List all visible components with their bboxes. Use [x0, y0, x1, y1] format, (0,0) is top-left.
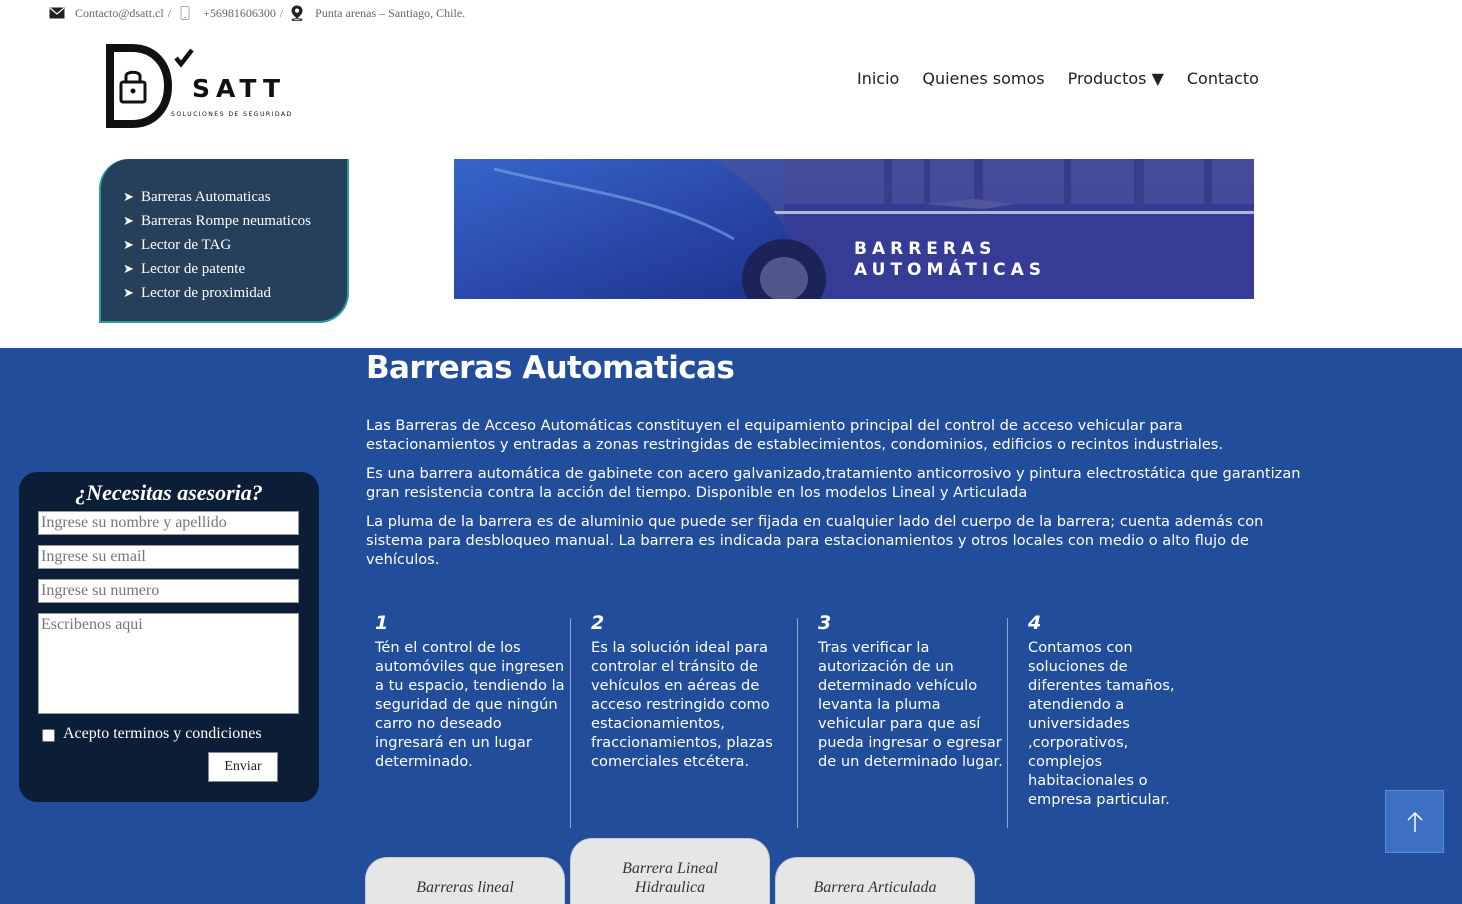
nav-item-quienes-somos[interactable]: Quienes somos: [922, 68, 1044, 90]
separator: /: [167, 5, 172, 20]
intro-paragraph-2: Es una barrera automática de gabinete co…: [366, 465, 1301, 501]
intro-paragraph-3: La pluma de la barrera es de aluminio qu…: [366, 513, 1264, 568]
sidebar-item-label: Barreras Rompe neumaticos: [141, 213, 311, 229]
feature-text: Tras verificar la autorización de un det…: [818, 639, 1003, 770]
feature-number: 2: [591, 612, 605, 634]
contact-location: Punta arenas – Santiago, Chile.: [315, 5, 466, 20]
sidebar-item-barreras-automaticas[interactable]: ➤ Barreras Automaticas: [123, 185, 311, 209]
banner-line-2: AUTOMÁTICAS: [854, 260, 1047, 280]
sidebar-item-lector-proximidad[interactable]: ➤ Lector de proximidad: [123, 281, 311, 305]
contact-info-bar: Contacto@dsatt.cl / +56981606300 / Punta…: [48, 4, 465, 22]
feature-text: Tén el control de los automóviles que in…: [375, 639, 565, 770]
feature-item-1: 1 Tén el control de los automóviles que …: [375, 612, 575, 771]
feature-item-2: 2 Es la solución ideal para controlar el…: [591, 612, 791, 771]
feature-item-4: 4 Contamos con soluciones de diferentes …: [1028, 612, 1198, 809]
feature-text: Contamos con soluciones de diferentes ta…: [1028, 639, 1175, 808]
logo-wordmark: SATT: [192, 74, 287, 103]
feature-number: 1: [375, 612, 389, 634]
separator: /: [279, 5, 284, 20]
divider: [797, 618, 798, 828]
sidebar-item-label: Lector de patente: [141, 261, 246, 277]
envelope-icon: [48, 6, 66, 20]
product-sidebar: ➤ Barreras Automaticas ➤ Barreras Rompe ne…: [99, 159, 349, 323]
phone-icon: [176, 6, 194, 20]
tab-label: Barrera Articulada: [813, 879, 937, 896]
tab-barrera-lineal-hidraulica[interactable]: Barrera Lineal Hidraulica: [570, 838, 770, 904]
main-nav: Inicio Quienes somos Productos ▼ Contact…: [857, 68, 1259, 90]
tab-barrera-articulada[interactable]: Barrera Articulada: [775, 857, 975, 904]
feature-number: 4: [1028, 612, 1042, 634]
sidebar-item-label: Barreras Automaticas: [141, 189, 271, 205]
tab-barreras-lineal[interactable]: Barreras lineal: [365, 857, 565, 904]
contact-email[interactable]: Contacto@dsatt.cl: [75, 6, 164, 21]
arrow-right-icon: ➤: [123, 237, 134, 252]
terms-label: Acepto terminos y condiciones: [63, 725, 262, 742]
sidebar-item-lector-tag[interactable]: ➤ Lector de TAG: [123, 233, 311, 257]
hero-banner: BARRERAS AUTOMÁTICAS: [454, 159, 1254, 299]
map-pin-icon: [288, 5, 306, 21]
terms-checkbox[interactable]: [42, 729, 55, 742]
page-title: Barreras Automaticas: [366, 350, 735, 386]
intro-paragraph-1: Las Barreras de Acceso Automáticas const…: [366, 417, 1224, 453]
banner-title: BARRERAS AUTOMÁTICAS: [854, 239, 1046, 281]
arrow-right-icon: ➤: [123, 213, 134, 228]
submit-button[interactable]: Enviar: [208, 752, 278, 782]
sidebar-item-barreras-rompe-neumaticos[interactable]: ➤ Barreras Rompe neumaticos: [123, 209, 311, 233]
contact-form: ¿Necesitas asesoria? Ingrese su nombre y…: [19, 472, 319, 802]
contact-phone[interactable]: +56981606300: [203, 6, 276, 21]
nav-item-inicio[interactable]: Inicio: [857, 68, 899, 90]
form-title: ¿Necesitas asesoria?: [75, 480, 263, 505]
scroll-to-top-button[interactable]: [1385, 790, 1444, 853]
site-logo[interactable]: SATT SOLUCIONES DE SEGURIDAD: [104, 44, 308, 128]
sidebar-item-lector-patente[interactable]: ➤ Lector de patente: [123, 257, 311, 281]
divider: [1007, 618, 1008, 828]
phone-input[interactable]: Ingrese su numero: [38, 579, 299, 603]
sidebar-item-label: Lector de proximidad: [141, 285, 271, 301]
arrow-right-icon: ➤: [123, 189, 134, 204]
banner-line-1: BARRERAS: [854, 239, 997, 259]
arrow-right-icon: ➤: [123, 261, 134, 276]
nav-item-productos[interactable]: Productos ▼: [1068, 68, 1164, 90]
arrow-right-icon: ➤: [123, 285, 134, 300]
feature-text: Es la solución ideal para controlar el t…: [591, 639, 773, 770]
tab-label: Barrera Lineal Hidraulica: [622, 860, 718, 896]
nav-item-contacto[interactable]: Contacto: [1187, 68, 1259, 90]
feature-item-3: 3 Tras verificar la autorización de un d…: [818, 612, 1004, 771]
email-input[interactable]: Ingrese su email: [38, 545, 299, 569]
tab-label: Barreras lineal: [416, 879, 514, 896]
message-textarea[interactable]: Escribenos aqui: [38, 613, 299, 714]
logo-tagline: SOLUCIONES DE SEGURIDAD: [171, 111, 293, 118]
feature-number: 3: [818, 612, 832, 634]
sidebar-item-label: Lector de TAG: [141, 237, 232, 253]
name-input[interactable]: Ingrese su nombre y apellido: [38, 511, 299, 535]
arrow-up-icon: [1406, 811, 1423, 832]
divider: [570, 618, 571, 828]
